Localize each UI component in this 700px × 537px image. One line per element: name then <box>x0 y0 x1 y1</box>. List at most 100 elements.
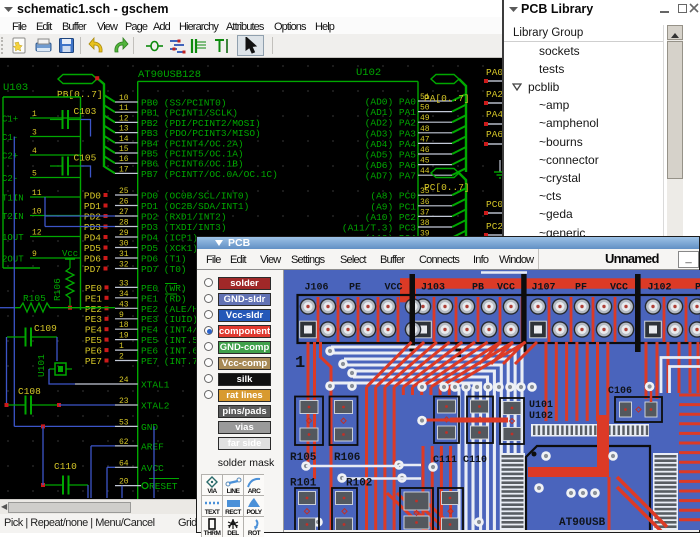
svg-text:XTAL1: XTAL1 <box>141 380 170 391</box>
svg-text:2: 2 <box>119 353 124 362</box>
svg-text:R102: R102 <box>346 478 372 490</box>
svg-text:43: 43 <box>119 300 129 309</box>
svg-text:C109: C109 <box>34 323 57 334</box>
svg-text:15: 15 <box>119 145 129 154</box>
svg-text:C1-: C1- <box>2 133 18 143</box>
svg-text:48: 48 <box>420 125 430 134</box>
svg-text:29: 29 <box>119 229 129 238</box>
svg-text:C106: C106 <box>608 386 632 397</box>
svg-text:2OUT: 2OUT <box>2 255 24 265</box>
svg-text:J106: J106 <box>305 283 329 294</box>
svg-text:C1+: C1+ <box>2 115 18 125</box>
svg-text:R105: R105 <box>290 452 317 464</box>
svg-text:PC0: PC0 <box>486 199 502 210</box>
svg-text:PB: PB <box>472 283 484 294</box>
svg-text:VCC: VCC <box>497 283 515 294</box>
svg-text:(A10) PC2: (A10) PC2 <box>365 212 417 223</box>
svg-text:C108: C108 <box>18 386 41 397</box>
svg-text:19: 19 <box>119 332 129 341</box>
svg-text:PD3 (TXDI/INT3): PD3 (TXDI/INT3) <box>141 222 227 233</box>
svg-text:53: 53 <box>119 418 129 427</box>
svg-text:PD2 (RXD1/INT2): PD2 (RXD1/INT2) <box>141 212 227 223</box>
svg-text:PE7: PE7 <box>85 356 102 367</box>
svg-text:J103: J103 <box>421 283 445 294</box>
svg-text:PD5: PD5 <box>84 243 101 254</box>
svg-text:9: 9 <box>32 250 37 259</box>
svg-text:Vcc: Vcc <box>62 249 78 259</box>
svg-text:PE6: PE6 <box>85 346 102 357</box>
svg-text:GND: GND <box>141 422 158 433</box>
svg-text:13: 13 <box>119 125 129 134</box>
svg-text:(AD0) PA0: (AD0) PA0 <box>365 97 417 108</box>
svg-text:34: 34 <box>119 290 129 299</box>
svg-text:C103: C103 <box>74 106 97 117</box>
svg-text:16: 16 <box>119 155 129 164</box>
svg-text:64: 64 <box>119 459 129 468</box>
svg-text:PA0: PA0 <box>486 67 502 78</box>
svg-text:PE2: PE2 <box>85 304 102 315</box>
svg-text:62: 62 <box>119 438 129 447</box>
svg-text:PE4: PE4 <box>85 325 102 336</box>
svg-text:VCC: VCC <box>385 283 403 294</box>
svg-text:(AD3) PA3: (AD3) PA3 <box>365 128 417 139</box>
svg-text:PA[0..7]: PA[0..7] <box>424 93 470 104</box>
svg-text:4: 4 <box>32 147 37 156</box>
svg-text:33: 33 <box>119 279 129 288</box>
svg-text:C2+: C2+ <box>2 152 18 162</box>
svg-text:C110: C110 <box>54 461 77 472</box>
svg-text:3: 3 <box>32 129 37 138</box>
svg-text:U103: U103 <box>3 82 28 94</box>
svg-text:PD4 (ICP1): PD4 (ICP1) <box>141 233 198 244</box>
svg-text:PF: PF <box>575 283 587 294</box>
svg-text:1: 1 <box>32 110 37 119</box>
svg-text:PE3 (IUID): PE3 (IUID) <box>141 314 198 325</box>
svg-text:28: 28 <box>119 219 129 228</box>
svg-text:PE0: PE0 <box>85 283 102 294</box>
svg-text:(AD7) PA7: (AD7) PA7 <box>365 171 416 182</box>
svg-text:AT90USB128: AT90USB128 <box>138 69 201 81</box>
svg-text:P: P <box>695 283 700 294</box>
svg-text:PD0 (OC0B/SCL/INT0): PD0 (OC0B/SCL/INT0) <box>141 191 249 202</box>
svg-text:9: 9 <box>119 311 124 320</box>
svg-text:PD1 (OC2B/SDA/INT1): PD1 (OC2B/SDA/INT1) <box>141 201 249 212</box>
svg-text:(A9) PC1: (A9) PC1 <box>370 201 416 212</box>
svg-text:36: 36 <box>420 198 430 207</box>
svg-text:1OUT: 1OUT <box>2 233 24 243</box>
svg-text:PD7: PD7 <box>84 264 101 275</box>
svg-text:PE3: PE3 <box>85 314 102 325</box>
svg-text:PC[0..7]: PC[0..7] <box>424 182 470 193</box>
svg-text:(AD2) PA2: (AD2) PA2 <box>365 118 417 129</box>
svg-text:47: 47 <box>420 135 430 144</box>
svg-text:PD7 (T0): PD7 (T0) <box>141 264 187 275</box>
svg-text:(AD4) PA4: (AD4) PA4 <box>365 139 417 150</box>
svg-text:J107: J107 <box>532 283 556 294</box>
svg-text:44: 44 <box>420 167 430 176</box>
svg-text:PA2: PA2 <box>486 89 502 100</box>
svg-text:31: 31 <box>119 250 129 259</box>
svg-text:38: 38 <box>420 219 430 228</box>
svg-text:AREF: AREF <box>141 441 164 452</box>
svg-text:C111 C110: C111 C110 <box>433 455 487 466</box>
svg-text:PD6: PD6 <box>84 254 101 265</box>
svg-text:50: 50 <box>420 104 430 113</box>
svg-text:10: 10 <box>119 94 129 103</box>
svg-text:U101: U101 <box>529 400 553 411</box>
svg-text:U102: U102 <box>356 67 381 79</box>
svg-text:45: 45 <box>420 157 430 166</box>
svg-text:RESET: RESET <box>149 481 178 492</box>
svg-text:AVCC: AVCC <box>141 463 164 474</box>
svg-text:J102: J102 <box>648 283 672 294</box>
svg-text:U101: U101 <box>36 354 47 377</box>
svg-text:R106: R106 <box>334 452 360 464</box>
svg-text:11: 11 <box>119 104 129 113</box>
svg-text:PE1: PE1 <box>85 293 102 304</box>
svg-text:R106: R106 <box>52 278 63 301</box>
svg-text:12: 12 <box>32 229 42 238</box>
svg-text:32: 32 <box>119 261 129 270</box>
svg-text:18: 18 <box>119 321 129 330</box>
svg-text:PD3: PD3 <box>84 222 101 233</box>
svg-text:17: 17 <box>119 165 129 174</box>
svg-text:R105: R105 <box>23 293 46 304</box>
svg-text:(AD1) PA1: (AD1) PA1 <box>365 107 417 118</box>
svg-text:R101: R101 <box>290 478 317 490</box>
